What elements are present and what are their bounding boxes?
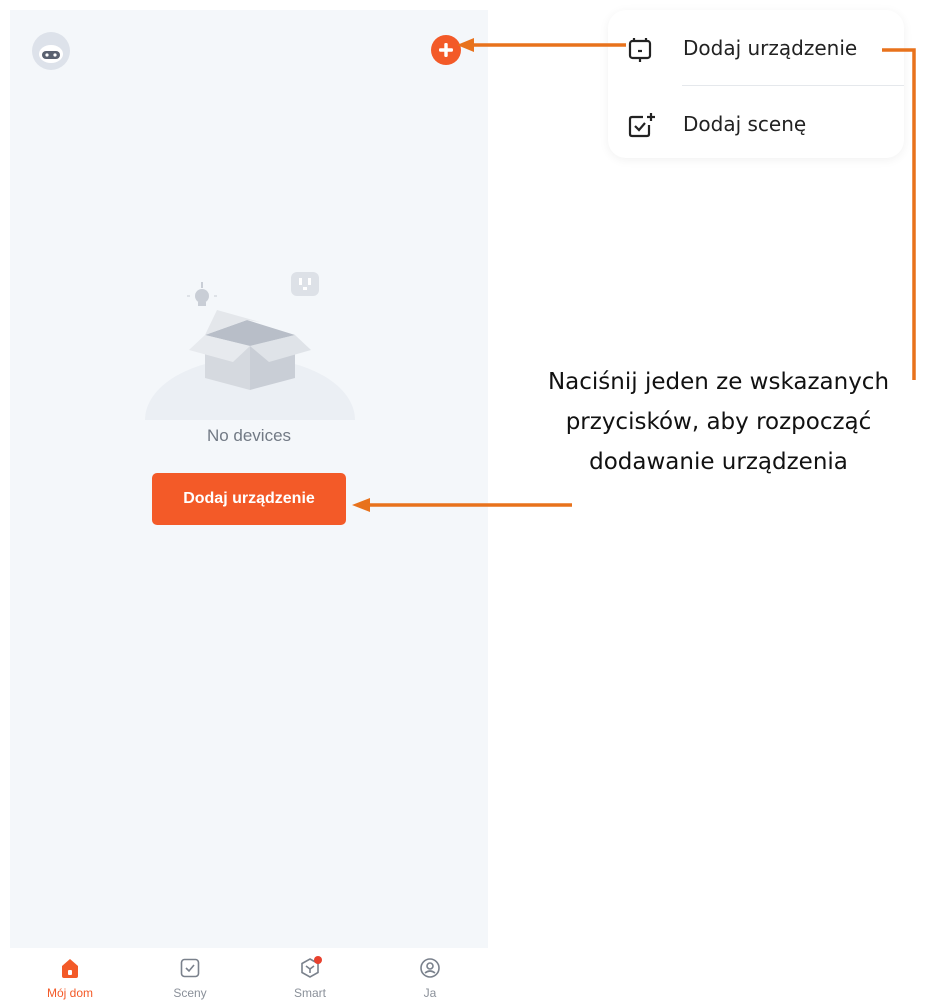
- annotation-connectors: [352, 38, 916, 512]
- annotation-text: Naciśnij jeden ze wskazanych przycisków,…: [505, 362, 932, 482]
- arrowhead-left-icon: [352, 498, 370, 512]
- page: No devices Dodaj urządzenie Mój dom Scen…: [0, 0, 932, 1008]
- annotation-line: Naciśnij jeden ze wskazanych: [547, 369, 890, 395]
- arrowhead-left-icon: [457, 38, 474, 52]
- annotation-line: przycisków, aby rozpocząć: [565, 409, 872, 435]
- connector-top: [462, 43, 916, 380]
- annotation-line: dodawanie urządzenia: [589, 449, 848, 475]
